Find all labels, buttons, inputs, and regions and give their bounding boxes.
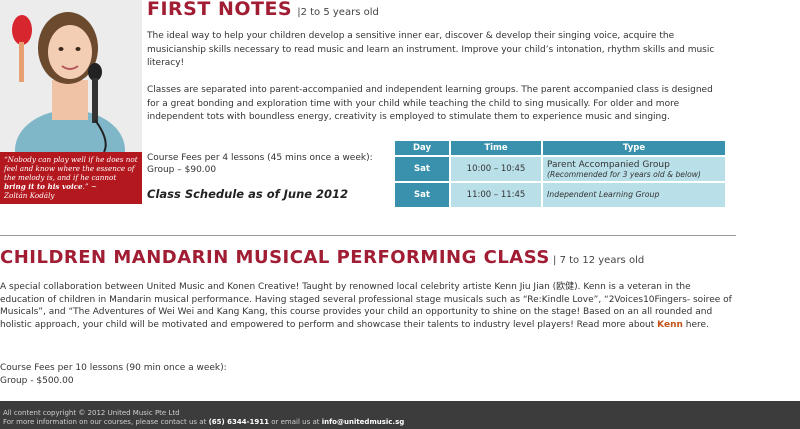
kodaly-quote: “Nobody can play well if he does not fee… bbox=[0, 152, 142, 204]
mandarin-age: | 7 to 12 years old bbox=[549, 255, 645, 266]
schedule-header-row: Day Time Type bbox=[395, 141, 725, 155]
header-day: Day bbox=[395, 141, 449, 155]
first-notes-heading: FIRST NOTES |2 to 5 years old bbox=[147, 0, 379, 20]
page-footer: All content copyright © 2012 United Musi… bbox=[0, 401, 800, 429]
row-type-label: Parent Accompanied Group bbox=[547, 159, 670, 170]
mandarin-fees: Course Fees per 10 lessons (90 min once … bbox=[0, 362, 227, 387]
footer-phone: (65) 6344-1911 bbox=[208, 418, 270, 426]
first-notes-fees-line1: Course Fees per 4 lessons (45 mins once … bbox=[147, 153, 373, 163]
mandarin-description: A special collaboration between United M… bbox=[0, 281, 736, 331]
first-notes-age: |2 to 5 years old bbox=[297, 7, 379, 18]
first-notes-fees-line2: Group – $90.00 bbox=[147, 165, 217, 175]
row-time: 10:00 – 10:45 bbox=[451, 157, 541, 181]
row-day: Sat bbox=[395, 157, 449, 181]
header-time: Time bbox=[451, 141, 541, 155]
child-singer-photo bbox=[0, 0, 142, 152]
footer-contact-text: For more information on our courses, ple… bbox=[3, 418, 209, 426]
first-notes-classes: Classes are separated into parent-accomp… bbox=[147, 85, 713, 122]
row-day: Sat bbox=[395, 183, 449, 207]
quote-text-part2: .” ~ bbox=[82, 182, 97, 191]
section-divider bbox=[0, 235, 736, 236]
mandarin-fees-line2: Group - $500.00 bbox=[0, 375, 74, 386]
first-notes-intro: The ideal way to help your children deve… bbox=[147, 31, 715, 68]
quote-text-bold: bring it to his voice bbox=[4, 182, 83, 191]
row-type: Independent Learning Group bbox=[543, 183, 725, 207]
mandarin-body-end: here. bbox=[682, 319, 709, 330]
first-notes-title: FIRST NOTES bbox=[147, 0, 293, 20]
row-type: Parent Accompanied Group (Recommended fo… bbox=[543, 157, 725, 181]
footer-email-link[interactable]: info@unitedmusic.sg bbox=[322, 418, 405, 426]
table-row: Sat 11:00 – 11:45 Independent Learning G… bbox=[395, 183, 725, 207]
mandarin-title: CHILDREN MANDARIN MUSICAL PERFORMING CLA… bbox=[0, 247, 550, 268]
row-time: 11:00 – 11:45 bbox=[451, 183, 541, 207]
schedule-table: Day Time Type Sat 10:00 – 10:45 Parent A… bbox=[393, 139, 727, 209]
table-row: Sat 10:00 – 10:45 Parent Accompanied Gro… bbox=[395, 157, 725, 181]
mandarin-heading: CHILDREN MANDARIN MUSICAL PERFORMING CLA… bbox=[0, 247, 644, 268]
mandarin-fees-line1: Course Fees per 10 lessons (90 min once … bbox=[0, 363, 227, 373]
header-type: Type bbox=[543, 141, 725, 155]
quote-author: Zoltán Kodály bbox=[4, 191, 55, 200]
row-type-note: (Recommended for 3 years old & below) bbox=[547, 169, 701, 179]
first-notes-fees: Course Fees per 4 lessons (45 mins once … bbox=[147, 152, 392, 176]
quote-text-part1: “Nobody can play well if he does not fee… bbox=[4, 155, 138, 182]
mandarin-body-text: A special collaboration between United M… bbox=[0, 282, 732, 330]
kenn-link[interactable]: Kenn bbox=[657, 320, 683, 330]
footer-copyright: All content copyright © 2012 United Musi… bbox=[3, 409, 180, 417]
schedule-heading: Class Schedule as of June 2012 bbox=[147, 187, 349, 201]
footer-contact-mid: or email us at bbox=[269, 418, 322, 426]
row-type-label: Independent Learning Group bbox=[547, 190, 660, 199]
